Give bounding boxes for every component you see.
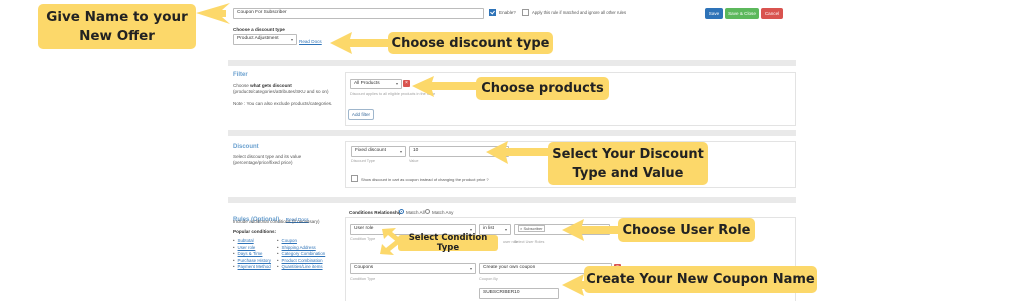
arrow-discount (486, 141, 550, 164)
callout-user-role: Choose User Role (618, 218, 755, 242)
callout-discount-line2: Type and Value (572, 165, 684, 181)
callout-products: Choose products (476, 77, 609, 100)
callout-give-name-line2: New Offer (79, 27, 155, 44)
callout-condition-type-text: Select Condition Type (408, 233, 488, 253)
callout-coupon-name-text: Create Your New Coupon Name (586, 272, 815, 287)
callout-user-role-text: Choose User Role (622, 222, 751, 238)
arrow-give-name (196, 3, 230, 24)
callout-products-text: Choose products (481, 81, 604, 96)
callout-discount: Select Your Discount Type and Value (548, 142, 708, 185)
callout-discount-line1: Select Your Discount (552, 146, 704, 162)
callout-discount-type-text: Choose discount type (391, 35, 550, 51)
callout-discount-type: Choose discount type (388, 32, 553, 54)
arrow-products (412, 76, 478, 97)
callout-give-name: Give Name to your New Offer (38, 4, 196, 49)
callout-give-name-line1: Give Name to your (46, 8, 188, 25)
callout-condition-type: Select Condition Type (398, 233, 498, 253)
arrow-condition-down (380, 240, 400, 255)
arrow-user-role (562, 219, 620, 241)
arrow-discount-type (330, 32, 390, 54)
callout-coupon-name: Create Your New Coupon Name (584, 266, 817, 293)
